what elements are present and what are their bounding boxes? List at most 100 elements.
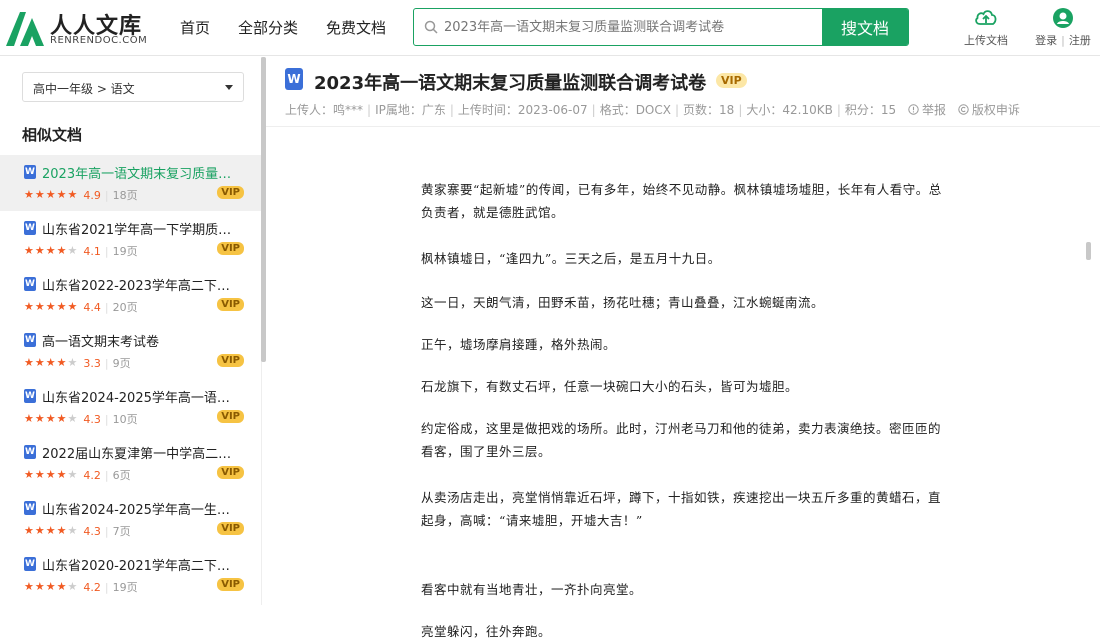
vip-badge: VIP bbox=[217, 354, 244, 367]
meta-separator: | bbox=[367, 103, 372, 117]
document-paragraph: 约定俗成，这里是做把戏的场所。此时，汀州老马刀和他的徒弟，卖力表演绝技。密匝匝的… bbox=[421, 421, 942, 459]
nav-categories[interactable]: 全部分类 bbox=[238, 17, 298, 38]
top-header: 人人文库 RENRENDOC.COM 首页 全部分类 免费文档 搜文档 上传文档… bbox=[0, 0, 1100, 56]
rating-stars: ★ ★ ★ ★ ★ bbox=[24, 301, 77, 313]
page-count: 19页 bbox=[105, 243, 138, 259]
star-icon: ★ bbox=[56, 412, 67, 425]
star-icon: ★ bbox=[45, 468, 56, 481]
word-file-icon: W bbox=[24, 445, 36, 459]
page-count: 6页 bbox=[105, 467, 131, 483]
star-icon: ★ bbox=[34, 468, 45, 481]
star-icon: ★ bbox=[24, 580, 34, 593]
document-paragraph: 从卖汤店走出，亮堂悄悄靠近石坪，蹲下，十指如铁，疾速挖出一块五斤多重的黄蜡石，直… bbox=[421, 490, 942, 528]
page-count: 20页 bbox=[105, 299, 138, 315]
star-icon: ★ bbox=[67, 524, 78, 537]
star-icon: ★ bbox=[24, 468, 34, 481]
star-icon: ★ bbox=[67, 300, 78, 313]
similar-doc-item[interactable]: W高一语文期末考试卷★★★★★3.39页VIP bbox=[0, 323, 262, 379]
separator: | bbox=[1061, 34, 1065, 47]
account-actions: 登录 | 注册 bbox=[1030, 8, 1096, 48]
similar-doc-name: 2023年高一语文期末复习质量监测联合调考试卷 bbox=[42, 166, 242, 182]
vip-badge: VIP bbox=[716, 73, 747, 88]
star-icon: ★ bbox=[24, 244, 34, 257]
rating-stars: ★ ★ ★ ★ ★ bbox=[24, 413, 77, 425]
star-icon: ★ bbox=[45, 412, 56, 425]
upload-action[interactable]: 上传文档 bbox=[963, 8, 1009, 48]
document-paragraph: 枫林镇墟日，“逢四九”。三天之后，是五月十九日。 bbox=[421, 251, 721, 266]
vip-badge: VIP bbox=[217, 522, 244, 535]
main-nav: 首页 全部分类 免费文档 bbox=[180, 17, 414, 38]
star-icon: ★ bbox=[34, 580, 45, 593]
grade-select[interactable]: 高中一年级 > 语文 bbox=[22, 72, 244, 102]
star-icon: ★ bbox=[56, 244, 67, 257]
sidebar: 高中一年级 > 语文 相似文档 W 2023年高一语文期末复习质量监测联合调考试卷… bbox=[0, 57, 266, 605]
rating-stars: ★ ★ ★ ★ ★ bbox=[24, 189, 77, 201]
star-icon: ★ bbox=[24, 412, 34, 425]
nav-free-docs[interactable]: 免费文档 bbox=[326, 17, 386, 38]
document-paragraph: 亮堂躲闪，往外奔跑。 bbox=[421, 624, 552, 639]
similar-doc-item[interactable]: W山东省2022-2023学年高二下学期期末考试语文试题★★★★★4.420页V… bbox=[0, 267, 262, 323]
star-icon: ★ bbox=[67, 244, 78, 257]
register-link[interactable]: 注册 bbox=[1069, 34, 1091, 47]
star-icon: ★ bbox=[45, 356, 56, 369]
star-icon: ★ bbox=[67, 580, 78, 593]
word-file-icon: W bbox=[24, 333, 36, 347]
star-icon: ★ bbox=[67, 188, 78, 201]
star-icon: ★ bbox=[45, 300, 56, 313]
nav-home[interactable]: 首页 bbox=[180, 17, 210, 38]
warning-circle-icon bbox=[908, 104, 919, 115]
meta-upload-time: 上传时间：2023-06-07 bbox=[457, 103, 588, 117]
rating-value: 4.1 bbox=[83, 244, 101, 258]
vip-badge: VIP bbox=[217, 298, 244, 311]
rating-value: 4.3 bbox=[83, 524, 101, 538]
similar-doc-name: 山东省2022-2023学年高二下学期期末考试语文试题 bbox=[42, 278, 242, 294]
star-icon: ★ bbox=[56, 300, 67, 313]
similar-doc-name: 2022届山东夏津第一中学高二地理下学期期末试题 bbox=[42, 446, 242, 462]
search-input[interactable] bbox=[444, 9, 824, 45]
similar-doc-item[interactable]: W山东省2020-2021学年高二下学期期末考试语文试题★★★★★4.219页V… bbox=[0, 547, 262, 603]
star-icon: ★ bbox=[45, 580, 56, 593]
rating-stars: ★ ★ ★ ★ ★ bbox=[24, 581, 77, 593]
meta-separator: | bbox=[836, 103, 841, 117]
similar-doc-name: 山东省2021学年高一下学期质量检测语文试题 bbox=[42, 222, 242, 238]
similar-doc-item[interactable]: W2023年高一语文期末复习质量监测联合调考试卷★★★★★4.918页VIP bbox=[0, 155, 262, 211]
star-icon: ★ bbox=[56, 468, 67, 481]
document-meta: 上传人：鸣*** | IP属地：广东 | 上传时间：2023-06-07 | 格式：DOCX… bbox=[285, 101, 1020, 118]
rating-value: 4.9 bbox=[83, 188, 101, 202]
report-label: 举报 bbox=[921, 103, 946, 117]
search-button[interactable]: 搜文档 bbox=[822, 9, 908, 45]
meta-separator: | bbox=[674, 103, 680, 117]
page-count: 7页 bbox=[105, 523, 131, 539]
word-file-icon: W bbox=[24, 389, 36, 403]
site-logo[interactable]: 人人文库 RENRENDOC.COM bbox=[6, 8, 156, 48]
similar-doc-item[interactable]: W山东省2021学年高一下学期质量检测语文试题★★★★★4.119页VIP bbox=[0, 211, 262, 267]
star-icon: ★ bbox=[34, 356, 45, 369]
star-icon: ★ bbox=[24, 188, 34, 201]
similar-doc-list: W2023年高一语文期末复习质量监测联合调考试卷★★★★★4.918页VIPW山… bbox=[0, 155, 262, 603]
grade-select-value: 高中一年级 > 语文 bbox=[33, 82, 135, 96]
similar-doc-item[interactable]: W2022届山东夏津第一中学高二地理下学期期末试题★★★★★4.26页VIP bbox=[0, 435, 262, 491]
similar-doc-item[interactable]: W山东省2024-2025学年高一生物上学期期末试题★★★★★4.37页VIP bbox=[0, 491, 262, 547]
rating-value: 3.3 bbox=[83, 356, 101, 370]
document-paragraph: 看客中就有当地青壮，一齐扑向亮堂。 bbox=[421, 582, 643, 597]
star-icon: ★ bbox=[34, 412, 45, 425]
copyright-label: 版权申诉 bbox=[971, 103, 1020, 117]
meta-separator: | bbox=[449, 103, 454, 117]
star-icon: ★ bbox=[56, 524, 67, 537]
similar-doc-item[interactable]: W山东省2024-2025学年高一语文上学期期末试题★★★★★4.310页VIP bbox=[0, 379, 262, 435]
vip-badge: VIP bbox=[217, 242, 244, 255]
meta-ip: IP属地：广东 bbox=[375, 103, 446, 117]
upload-label: 上传文档 bbox=[964, 34, 1008, 47]
star-icon: ★ bbox=[34, 188, 45, 201]
word-file-icon: W bbox=[24, 221, 36, 235]
meta-points: 积分：15 bbox=[844, 103, 897, 117]
document-scrollbar[interactable] bbox=[1086, 242, 1091, 260]
copyright-claim-button[interactable]: 版权申诉 bbox=[958, 103, 1020, 117]
meta-format: 格式：DOCX bbox=[599, 103, 671, 117]
login-link[interactable]: 登录 bbox=[1035, 34, 1057, 47]
report-button[interactable]: 举报 bbox=[908, 103, 946, 117]
star-icon: ★ bbox=[67, 412, 78, 425]
user-avatar-icon[interactable] bbox=[1053, 8, 1073, 28]
document-paragraph: 黄家寨要“起新墟”的传闻，已有多年，始终不见动静。枫林镇墟场墟胆，长年有人看守。… bbox=[421, 182, 942, 220]
star-icon: ★ bbox=[24, 300, 34, 313]
